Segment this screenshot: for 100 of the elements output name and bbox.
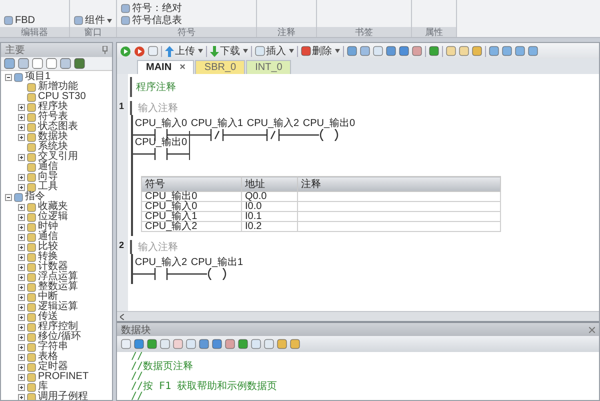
tree-item[interactable]: 新增功能 — [38, 82, 78, 92]
expand-icon[interactable] — [18, 174, 25, 180]
program-comment: 程序注释 — [130, 77, 599, 97]
tree-item[interactable]: CPU ST30 — [38, 92, 86, 102]
tree-item[interactable]: 交叉引用 — [38, 152, 78, 162]
editor-tab[interactable]: SBR_0 — [195, 60, 246, 74]
editor-tab[interactable]: MAIN × — [137, 60, 194, 74]
ribbon-group-label: 窗口 — [70, 27, 116, 37]
tree-item[interactable]: PROFINET — [38, 372, 89, 382]
table-cell: CPU_输入1 — [142, 212, 242, 222]
ribbon-button[interactable]: 符号：绝对 — [121, 3, 182, 14]
toolbar-button[interactable]: 删除 — [301, 44, 332, 58]
view-icon[interactable] — [4, 58, 15, 69]
run-icon[interactable] — [120, 46, 131, 56]
up-arrow-icon — [165, 46, 174, 56]
toolbar-button[interactable]: 上传 — [165, 44, 195, 58]
view-icon[interactable] — [32, 58, 43, 69]
project-icon[interactable] — [14, 72, 23, 82]
tree-item[interactable]: 传送 — [38, 312, 58, 322]
tree-item[interactable]: 收藏夹 — [38, 202, 68, 212]
expand-icon[interactable] — [18, 244, 25, 250]
collapse-icon[interactable] — [5, 74, 12, 80]
expand-icon[interactable] — [18, 394, 25, 400]
pin-icon[interactable] — [102, 46, 108, 54]
caret-icon[interactable] — [243, 49, 248, 53]
project-icon[interactable] — [14, 192, 23, 202]
ribbon-item-icon[interactable] — [74, 16, 83, 25]
tree-item[interactable]: 整数运算 — [38, 282, 78, 292]
collapse-icon[interactable] — [5, 194, 12, 200]
tree-item[interactable]: 计数器 — [38, 262, 68, 272]
tree-item[interactable]: 数据块 — [38, 132, 68, 142]
code-line: // — [131, 352, 144, 362]
tree-item[interactable]: 比较 — [38, 242, 58, 252]
tree-item[interactable]: 程序块 — [38, 102, 68, 112]
expand-icon[interactable] — [18, 354, 25, 360]
tree-item[interactable]: 移位/循环 — [38, 332, 81, 342]
expand-icon[interactable] — [18, 304, 25, 310]
expand-icon[interactable] — [18, 314, 25, 320]
tree-item[interactable]: 状态图表 — [38, 122, 78, 132]
tree-item[interactable]: 时钟 — [38, 222, 58, 232]
view-icon[interactable] — [74, 58, 85, 69]
toolbar-button[interactable]: 插入 — [255, 44, 286, 58]
tree-item[interactable]: 向导 — [38, 172, 58, 182]
tree-item[interactable]: 位逻辑 — [38, 212, 68, 222]
tree-item[interactable]: 浮点运算 — [38, 272, 78, 282]
tree-item[interactable]: 字符串 — [38, 342, 68, 352]
tree-item[interactable]: 项目1 — [25, 72, 51, 82]
expand-icon[interactable] — [18, 104, 25, 110]
tree-item[interactable]: 通信 — [38, 162, 58, 172]
tree-item[interactable]: 系统块 — [38, 142, 68, 152]
expand-icon[interactable] — [18, 224, 25, 230]
expand-icon[interactable] — [18, 334, 25, 340]
stop-icon[interactable] — [134, 46, 145, 56]
caret-icon[interactable] — [198, 49, 203, 53]
ribbon-button[interactable]: FBD — [4, 15, 35, 26]
expand-icon[interactable] — [18, 154, 25, 160]
expand-icon[interactable] — [18, 294, 25, 300]
tree-item[interactable]: 中断 — [38, 292, 58, 302]
expand-icon[interactable] — [18, 284, 25, 290]
expand-icon[interactable] — [18, 184, 25, 190]
expand-icon[interactable] — [18, 204, 25, 210]
expand-icon[interactable] — [18, 254, 25, 260]
ribbon-item-icon[interactable] — [4, 16, 13, 25]
expand-icon[interactable] — [18, 364, 25, 370]
expand-icon[interactable] — [18, 134, 25, 140]
network-comment: 输入注释 — [130, 240, 599, 254]
view-icon[interactable] — [46, 58, 57, 69]
editor-tab[interactable]: INT_0 — [246, 60, 292, 74]
expand-icon[interactable] — [18, 344, 25, 350]
expand-icon[interactable] — [18, 324, 25, 330]
tree-item[interactable]: 定时器 — [38, 362, 68, 372]
tree-item[interactable]: 转换 — [38, 252, 58, 262]
tree-item[interactable]: 符号表 — [38, 112, 68, 122]
expand-icon[interactable] — [18, 384, 25, 390]
tree-item[interactable]: 调用子例程 — [38, 392, 88, 400]
expand-icon[interactable] — [18, 214, 25, 220]
toolbar-button[interactable]: 下载 — [210, 44, 240, 58]
expand-icon[interactable] — [18, 234, 25, 240]
tree-item[interactable]: 通信 — [38, 232, 58, 242]
scroll-left-icon[interactable] — [120, 314, 124, 320]
view-icon[interactable] — [60, 58, 71, 69]
tree-item[interactable]: 逻辑运算 — [38, 302, 78, 312]
ribbon-button[interactable]: 组件 — [74, 15, 112, 26]
expand-icon[interactable] — [18, 264, 25, 270]
tree-item[interactable]: 程序控制 — [38, 322, 78, 332]
expand-icon[interactable] — [18, 114, 25, 120]
caret-icon[interactable] — [107, 18, 112, 22]
view-icon[interactable] — [18, 58, 29, 69]
close-icon[interactable] — [589, 326, 595, 332]
tree-item[interactable]: 表格 — [38, 352, 58, 362]
expand-icon[interactable] — [18, 124, 25, 130]
expand-icon[interactable] — [18, 374, 25, 380]
caret-icon[interactable] — [335, 49, 340, 53]
tree-item[interactable]: 指令 — [25, 192, 45, 202]
close-icon[interactable]: × — [180, 62, 186, 73]
tree-item[interactable]: 工具 — [38, 182, 58, 192]
caret-icon[interactable] — [289, 49, 294, 53]
expand-icon[interactable] — [18, 274, 25, 280]
tree-item[interactable]: 库 — [38, 382, 48, 392]
ribbon-button[interactable]: 符号信息表 — [121, 15, 182, 26]
